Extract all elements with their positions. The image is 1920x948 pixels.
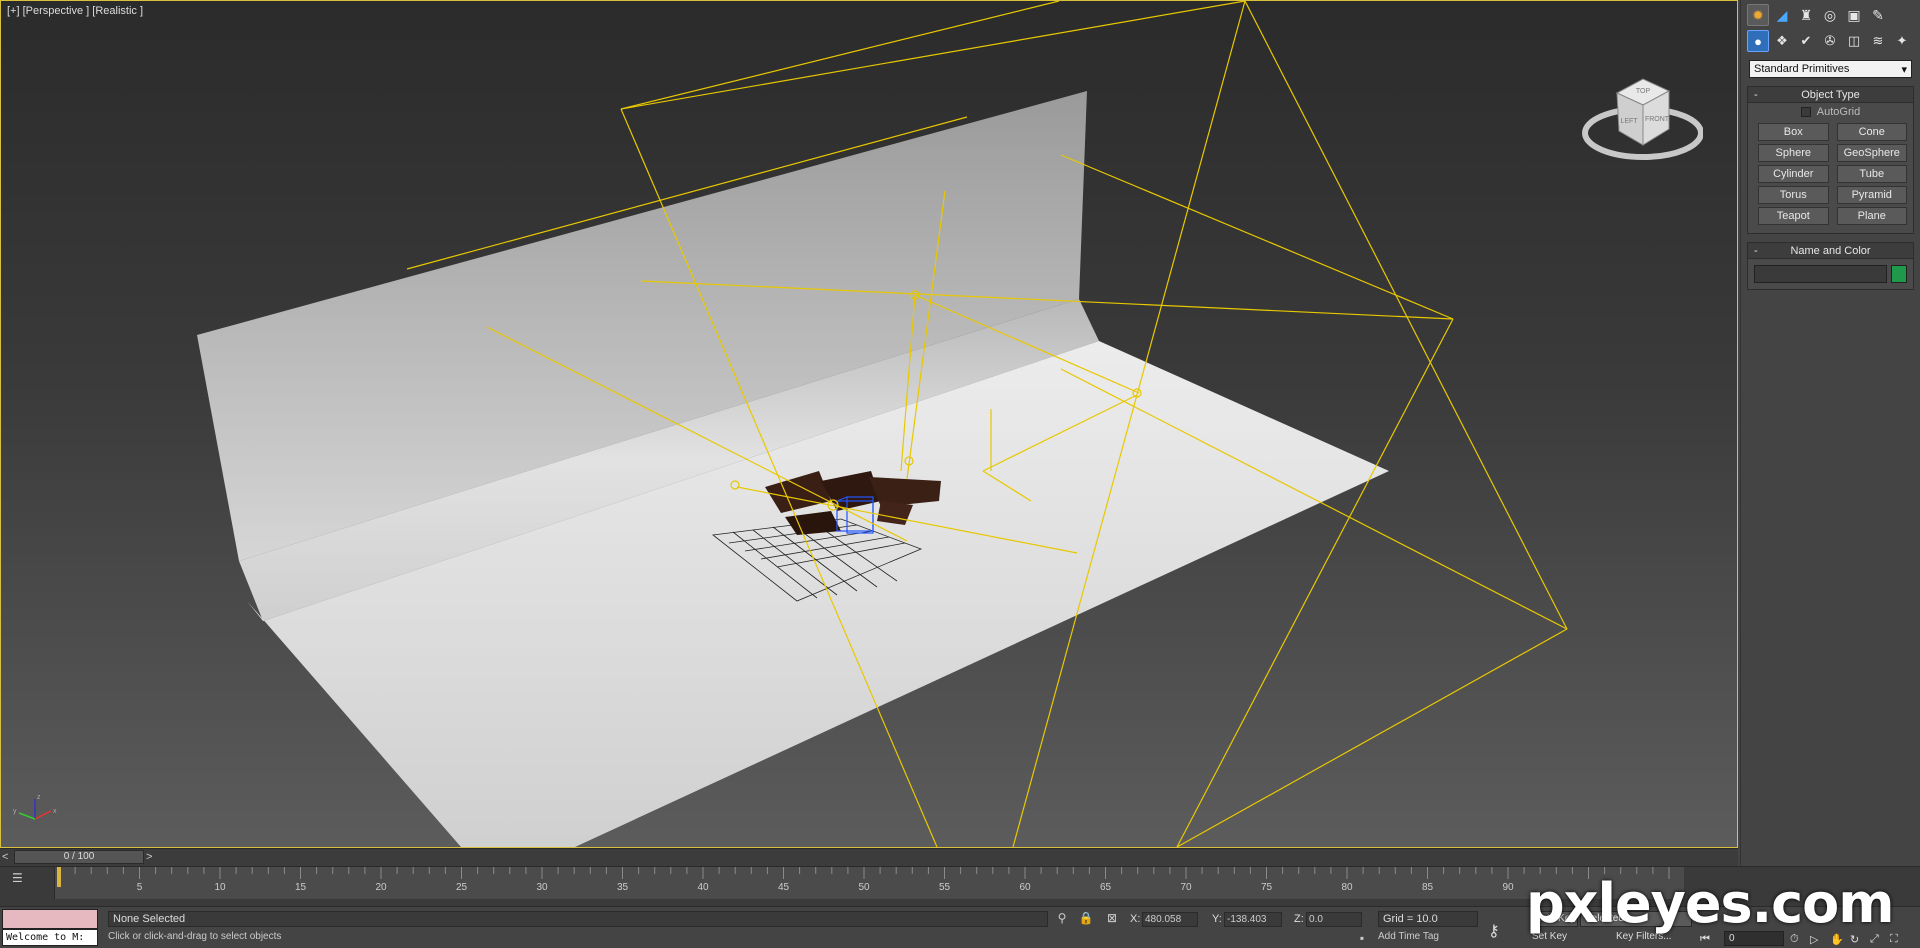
- grid-size: Grid = 10.0: [1378, 911, 1478, 927]
- object-type-header[interactable]: - Object Type: [1748, 87, 1913, 103]
- lock-icon[interactable]: 🔒: [1078, 911, 1094, 927]
- object-type-rollout: - Object Type AutoGrid Box Cone Sphere G…: [1747, 86, 1914, 234]
- utilities-tab-icon[interactable]: ✎: [1867, 4, 1889, 26]
- track-tick-label: 50: [858, 882, 870, 893]
- helpers-icon[interactable]: ◫: [1843, 30, 1865, 52]
- curve-editor-icon[interactable]: ☰: [12, 871, 30, 885]
- time-slider[interactable]: < 0 / 100 >: [0, 848, 1738, 866]
- object-name-input[interactable]: [1754, 265, 1887, 283]
- key-icon[interactable]: ⚷: [1488, 921, 1500, 941]
- hierarchy-tab-icon[interactable]: ♜: [1795, 4, 1817, 26]
- object-type-buttons: Box Cone Sphere GeoSphere Cylinder Tube …: [1748, 121, 1913, 233]
- track-bar[interactable]: 5 10 15 20 25 30 35 40 45 50 55 60 65 70 75 80 85 90: [54, 867, 1684, 899]
- modify-tab-icon[interactable]: ◢: [1771, 4, 1793, 26]
- command-panel-tabs: ✹ ◢ ♜ ◎ ▣ ✎: [1741, 0, 1920, 26]
- transform-mode-icon[interactable]: ⊠: [1104, 911, 1120, 927]
- geosphere-button[interactable]: GeoSphere: [1836, 144, 1907, 162]
- track-tick-label: 85: [1421, 882, 1434, 893]
- motion-tab-icon[interactable]: ◎: [1819, 4, 1841, 26]
- add-time-tag-button[interactable]: Add Time Tag: [1378, 931, 1439, 942]
- prompt-line: Click or click-and-drag to select object…: [108, 931, 282, 942]
- pyramid-button[interactable]: Pyramid: [1836, 186, 1907, 204]
- selection-status: None Selected: [108, 911, 1048, 927]
- viewcube-front-label: FRONT: [1645, 116, 1670, 123]
- geometry-icon[interactable]: ●: [1747, 30, 1769, 52]
- collapse-icon: -: [1754, 88, 1758, 101]
- command-panel: ✹ ◢ ♜ ◎ ▣ ✎ ● ❖ ✔ ✇ ◫ ≋ ✦ Standard Primi…: [1740, 0, 1920, 906]
- create-tab-icon[interactable]: ✹: [1747, 4, 1769, 26]
- sphere-button[interactable]: Sphere: [1758, 144, 1829, 162]
- viewcube-left-label: LEFT: [1620, 118, 1638, 125]
- track-tick-label: 25: [455, 882, 468, 893]
- scene-canvas[interactable]: [1, 1, 1738, 848]
- viewport-label[interactable]: [+] [Perspective ] [Realistic ]: [7, 5, 143, 17]
- track-tick-label: 75: [1260, 882, 1273, 893]
- axis-tripod: z x y: [13, 794, 57, 820]
- track-tick-label: 30: [536, 882, 548, 893]
- perspective-viewport[interactable]: [+] [Perspective ] [Realistic ] TOP LEFT…: [0, 0, 1738, 848]
- track-tick-label: 45: [777, 882, 790, 893]
- cone-button[interactable]: Cone: [1836, 123, 1907, 141]
- track-tick-label: 35: [616, 882, 629, 893]
- name-and-color-title: Name and Color: [1790, 244, 1871, 257]
- torus-button[interactable]: Torus: [1758, 186, 1829, 204]
- shapes-icon[interactable]: ❖: [1771, 30, 1793, 52]
- spacewarps-icon[interactable]: ≋: [1867, 30, 1889, 52]
- axis-z-label: z: [37, 794, 41, 801]
- track-tick-label: 70: [1180, 882, 1192, 893]
- time-slider-thumb[interactable]: 0 / 100: [14, 850, 144, 864]
- chevron-down-icon: ▾: [1901, 63, 1907, 76]
- track-tick-label: 5: [136, 882, 143, 893]
- viewcube[interactable]: TOP LEFT FRONT: [1581, 57, 1703, 161]
- name-and-color-rollout: - Name and Color: [1747, 242, 1914, 290]
- display-tab-icon[interactable]: ▣: [1843, 4, 1865, 26]
- isolate-icon[interactable]: ⚲: [1054, 911, 1070, 927]
- track-tick-label: 20: [375, 882, 387, 893]
- maxscript-output[interactable]: Welcome to M:: [2, 929, 98, 946]
- track-tick-label: 10: [214, 882, 226, 893]
- time-tag-icon[interactable]: ▪: [1354, 931, 1370, 947]
- tube-button[interactable]: Tube: [1836, 165, 1907, 183]
- z-coord-label: Z:: [1294, 913, 1304, 925]
- x-coord-label: X:: [1130, 913, 1141, 925]
- maxscript-listener[interactable]: Welcome to M:: [2, 909, 98, 947]
- object-color-swatch[interactable]: [1891, 265, 1907, 283]
- x-coord-field[interactable]: 480.058: [1142, 912, 1198, 927]
- primitive-category-value: Standard Primitives: [1754, 63, 1850, 75]
- maxscript-mini-listener[interactable]: [2, 909, 98, 929]
- track-tick-label: 55: [938, 882, 951, 893]
- y-coord-field[interactable]: -138.403: [1224, 912, 1282, 927]
- viewcube-top-label: TOP: [1636, 88, 1651, 95]
- cameras-icon[interactable]: ✇: [1819, 30, 1841, 52]
- cylinder-button[interactable]: Cylinder: [1758, 165, 1829, 183]
- time-slider-prev-button[interactable]: <: [2, 851, 12, 863]
- systems-icon[interactable]: ✦: [1891, 30, 1913, 52]
- teapot-button[interactable]: Teapot: [1758, 207, 1829, 225]
- track-tick-label: 65: [1099, 882, 1112, 893]
- autogrid-label: AutoGrid: [1816, 106, 1861, 118]
- track-tick-label: 60: [1019, 882, 1031, 893]
- primitive-category-dropdown[interactable]: Standard Primitives ▾: [1749, 60, 1912, 78]
- watermark: pxleyes.com: [1526, 872, 1894, 935]
- z-coord-field[interactable]: 0.0: [1306, 912, 1362, 927]
- track-tick-label: 80: [1341, 882, 1353, 893]
- box-button[interactable]: Box: [1758, 123, 1829, 141]
- track-tick-label: 40: [697, 882, 709, 893]
- plane-button[interactable]: Plane: [1836, 207, 1907, 225]
- axis-x-label: x: [53, 808, 57, 815]
- time-slider-next-button[interactable]: >: [146, 851, 152, 863]
- track-tick-label: 15: [294, 882, 307, 893]
- axis-y-label: y: [13, 808, 17, 815]
- create-subtabs: ● ❖ ✔ ✇ ◫ ≋ ✦: [1741, 26, 1920, 52]
- autogrid-row[interactable]: AutoGrid: [1748, 103, 1913, 121]
- current-frame-marker: [57, 867, 61, 887]
- name-and-color-header[interactable]: - Name and Color: [1748, 243, 1913, 259]
- autogrid-checkbox[interactable]: [1800, 107, 1811, 117]
- collapse-icon: -: [1754, 244, 1758, 257]
- y-coord-label: Y:: [1212, 913, 1222, 925]
- name-row: [1748, 259, 1913, 289]
- object-type-title: Object Type: [1801, 88, 1860, 101]
- track-tick-label: 90: [1502, 882, 1514, 893]
- lights-icon[interactable]: ✔: [1795, 30, 1817, 52]
